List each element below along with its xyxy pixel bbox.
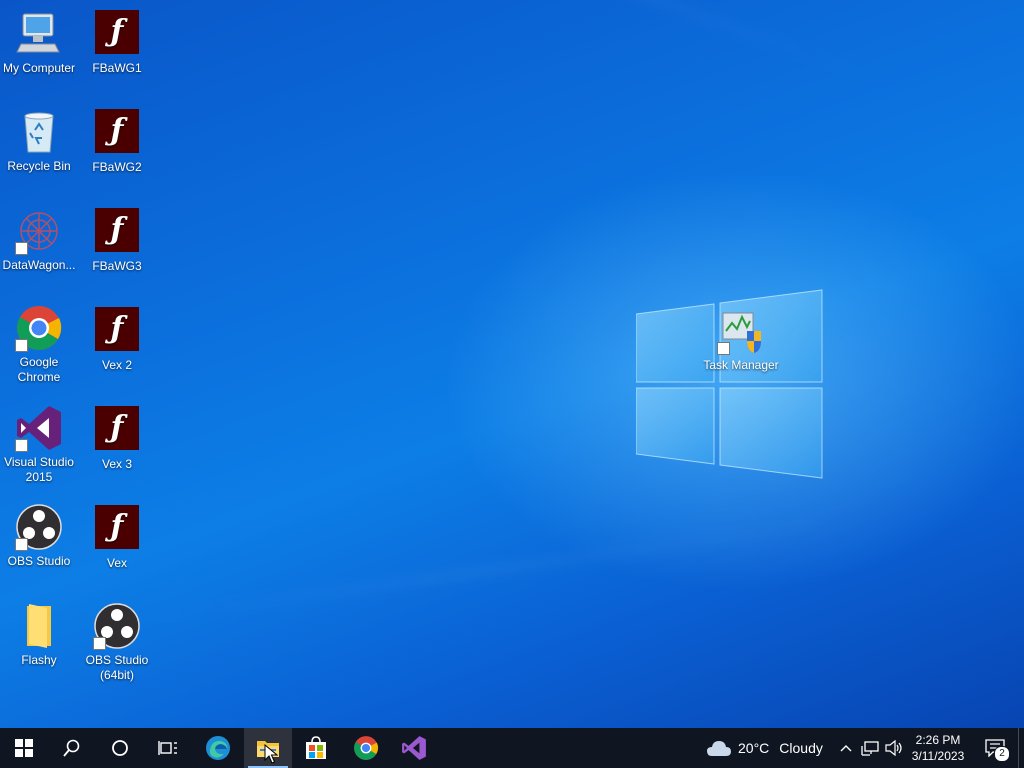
network-icon <box>861 741 879 756</box>
desktop-icon-visual-studio[interactable]: Visual Studio 2015 <box>1 404 77 485</box>
icon-label: Visual Studio 2015 <box>4 455 74 484</box>
desktop-icon-obs-studio-64bit[interactable]: OBS Studio (64bit) <box>79 602 155 683</box>
obs-icon <box>93 602 141 650</box>
show-desktop-button[interactable] <box>1018 728 1024 768</box>
edge-icon <box>206 736 230 760</box>
taskbar-edge[interactable] <box>194 728 242 768</box>
search-button[interactable] <box>48 728 96 768</box>
desktop-icon-datawagon[interactable]: DataWagon... <box>1 207 77 273</box>
icon-label: OBS Studio (64bit) <box>85 653 149 682</box>
recycle-bin-icon <box>15 108 63 156</box>
icon-label: Vex 3 <box>101 457 133 471</box>
icon-label: Vex <box>106 556 127 570</box>
icon-label: FBaWG3 <box>92 259 142 273</box>
mouse-cursor-icon <box>264 744 278 764</box>
flash-icon: ƒ <box>93 109 141 157</box>
desktop-icon-vex-3[interactable]: ƒ Vex 3 <box>79 404 155 472</box>
chevron-up-icon <box>840 745 852 752</box>
visual-studio-icon <box>15 404 63 452</box>
weather-widget[interactable]: 20°C Cloudy <box>706 728 830 768</box>
show-hidden-icons-button[interactable] <box>834 728 858 768</box>
clock-time: 2:26 PM <box>915 733 961 747</box>
windows-logo-icon <box>15 739 33 757</box>
datawagon-icon <box>15 207 63 255</box>
task-view-icon <box>158 741 177 755</box>
icon-label: Task Manager <box>703 358 779 372</box>
notification-count-badge: 2 <box>994 746 1010 762</box>
desktop-icon-fbawg3[interactable]: ƒ FBaWG3 <box>79 206 155 274</box>
desktop-icon-google-chrome[interactable]: Google Chrome <box>1 304 77 385</box>
cortana-button[interactable] <box>96 728 144 768</box>
icon-label: Recycle Bin <box>7 159 71 173</box>
desktop-icon-vex-2[interactable]: ƒ Vex 2 <box>79 305 155 373</box>
icon-label: OBS Studio <box>7 554 71 568</box>
icon-label: FBaWG2 <box>92 160 142 174</box>
volume-button[interactable] <box>882 728 906 768</box>
desktop-icon-my-computer[interactable]: My Computer <box>1 10 77 76</box>
chrome-icon <box>354 736 379 760</box>
circle-icon <box>112 740 128 756</box>
desktop-icon-fbawg1[interactable]: ƒ FBaWG1 <box>79 8 155 76</box>
icon-label: Google Chrome <box>17 355 61 384</box>
icon-label: Vex 2 <box>101 358 133 372</box>
desktop-icon-flashy[interactable]: Flashy <box>1 602 77 668</box>
task-manager-icon <box>717 307 765 355</box>
icon-label: DataWagon... <box>2 258 76 272</box>
taskbar-visual-studio[interactable] <box>390 728 438 768</box>
flash-icon: ƒ <box>93 10 141 58</box>
speaker-icon <box>885 740 902 756</box>
weather-temperature: 20°C <box>738 740 770 756</box>
light-beam-top <box>90 0 881 82</box>
flash-icon: ƒ <box>93 208 141 256</box>
task-view-button[interactable] <box>144 728 192 768</box>
search-icon <box>63 739 80 757</box>
system-clock[interactable]: 2:26 PM 3/11/2023 <box>904 728 972 768</box>
desktop-icon-obs-studio[interactable]: OBS Studio <box>1 503 77 569</box>
icon-label: FBaWG1 <box>92 61 142 75</box>
cloud-icon <box>707 741 731 756</box>
icon-label: My Computer <box>2 61 76 75</box>
desktop[interactable]: My Computer Recycle Bin DataWagon... Goo… <box>0 0 1024 728</box>
taskbar-chrome[interactable] <box>342 728 390 768</box>
shortcut-arrow-icon <box>15 242 28 255</box>
computer-icon <box>15 10 63 58</box>
flash-icon: ƒ <box>93 505 141 553</box>
folder-icon <box>15 602 63 650</box>
shortcut-arrow-icon <box>93 637 106 650</box>
visual-studio-icon <box>402 736 426 760</box>
shortcut-arrow-icon <box>15 439 28 452</box>
shortcut-arrow-icon <box>717 342 730 355</box>
desktop-icon-fbawg2[interactable]: ƒ FBaWG2 <box>79 107 155 175</box>
taskbar: 20°C Cloudy 2:26 PM 3/11/2023 2 <box>0 728 1024 768</box>
light-beam-bottom <box>126 520 841 623</box>
desktop-icon-task-manager[interactable]: Task Manager <box>703 307 779 373</box>
clock-date: 3/11/2023 <box>911 749 965 763</box>
flash-icon: ƒ <box>93 307 141 355</box>
icon-label: Flashy <box>21 653 57 667</box>
desktop-icon-vex[interactable]: ƒ Vex <box>79 503 155 571</box>
network-button[interactable] <box>858 728 882 768</box>
taskbar-store[interactable] <box>292 728 340 768</box>
shortcut-arrow-icon <box>15 339 28 352</box>
flash-icon: ƒ <box>93 406 141 454</box>
desktop-icon-recycle-bin[interactable]: Recycle Bin <box>1 108 77 174</box>
start-button[interactable] <box>0 728 48 768</box>
shortcut-arrow-icon <box>15 538 28 551</box>
store-icon <box>306 736 326 759</box>
obs-icon <box>15 503 63 551</box>
action-center-button[interactable]: 2 <box>978 728 1012 768</box>
chrome-icon <box>15 304 63 352</box>
weather-condition: Cloudy <box>779 740 823 756</box>
